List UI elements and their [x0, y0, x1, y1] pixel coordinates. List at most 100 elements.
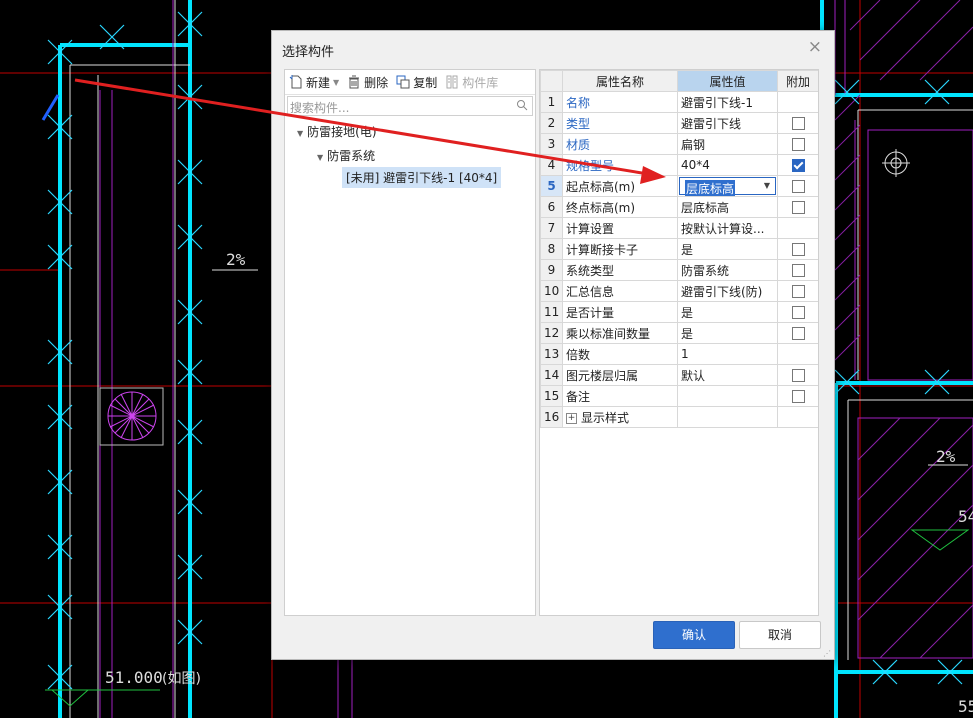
expand-plus-icon[interactable]: + [566, 412, 577, 424]
cad-right-number-1: 54 [958, 507, 973, 526]
property-row[interactable]: 13 倍数 1 [540, 343, 818, 365]
property-name: 起点标高(m) [562, 175, 678, 197]
cad-right-number-2: 55 [958, 697, 973, 716]
close-icon[interactable]: × [808, 37, 822, 57]
property-row[interactable]: 1 名称 避雷引下线-1 [540, 91, 818, 113]
extra-checkbox[interactable] [791, 264, 805, 277]
new-button[interactable]: 新建 ▼ [289, 74, 339, 91]
extra-cell [777, 364, 818, 386]
row-number: 10 [540, 280, 563, 302]
row-number: 5 [540, 175, 563, 197]
property-value[interactable]: 是 [677, 238, 778, 260]
cad-elevation-label: 51.000 [105, 668, 163, 687]
extra-checkbox[interactable] [791, 306, 805, 319]
extra-checkbox[interactable] [791, 327, 805, 340]
property-name: 材质 [562, 133, 678, 155]
header-row-number [540, 70, 563, 92]
property-value[interactable]: 避雷引下线 [677, 112, 778, 134]
row-number: 7 [540, 217, 563, 239]
expand-arrow-icon[interactable]: ▼ [317, 153, 323, 162]
property-value[interactable]: 层底标高 [677, 196, 778, 218]
property-name-label: 计算断接卡子 [566, 242, 639, 257]
extra-cell [777, 385, 818, 407]
property-row[interactable]: 7 计算设置 按默认计算设... [540, 217, 818, 239]
expand-arrow-icon[interactable]: ▼ [297, 129, 303, 138]
property-name-label: 倍数 [566, 347, 591, 362]
tree-node-label: 防雷接地(电) [307, 125, 377, 139]
property-name-label: 名称 [566, 95, 591, 110]
property-value[interactable]: 默认 [677, 364, 778, 386]
cad-target-symbol [882, 149, 910, 177]
new-dropdown-caret-icon[interactable]: ▼ [333, 78, 339, 87]
confirm-button[interactable]: 确认 [653, 621, 735, 649]
property-name-label: 图元楼层归属 [566, 368, 639, 383]
extra-checkbox[interactable] [791, 117, 805, 130]
header-property-value: 属性值 [677, 70, 778, 92]
property-value[interactable]: 防雷系统 [677, 259, 778, 281]
extra-checkbox[interactable] [791, 285, 805, 298]
property-row[interactable]: 5 起点标高(m) 层底标高 ▼ [540, 175, 818, 197]
property-name: + 显示样式 [562, 406, 678, 428]
property-name: 规格型号 [562, 154, 678, 176]
property-row[interactable]: 11 是否计量 是 [540, 301, 818, 323]
tree-node-lightning-system[interactable]: ▼ 防雷系统 [317, 147, 375, 164]
extra-checkbox[interactable] [791, 390, 805, 403]
property-name: 乘以标准间数量 [562, 322, 678, 344]
copy-button[interactable]: 复制 [396, 74, 437, 91]
property-value[interactable]: 按默认计算设... [677, 217, 778, 239]
property-value[interactable]: 避雷引下线-1 [677, 91, 778, 113]
property-row[interactable]: 14 图元楼层归属 默认 [540, 364, 818, 386]
property-value[interactable]: 是 [677, 301, 778, 323]
property-row[interactable]: 8 计算断接卡子 是 [540, 238, 818, 260]
property-name-label: 备注 [566, 389, 591, 404]
tree-node-label: 防雷系统 [327, 149, 376, 163]
row-number: 8 [540, 238, 563, 260]
extra-checkbox[interactable] [791, 369, 805, 382]
property-value[interactable]: 扁钢 [677, 133, 778, 155]
property-value[interactable]: 1 [677, 343, 778, 365]
property-row[interactable]: 9 系统类型 防雷系统 [540, 259, 818, 281]
property-row[interactable]: 4 规格型号 40*4 [540, 154, 818, 176]
extra-checkbox[interactable] [791, 180, 805, 193]
component-library-button[interactable]: 构件库 [445, 74, 498, 91]
property-row[interactable]: 16 + 显示样式 [540, 406, 818, 428]
select-component-dialog: 选择构件 × 新建 ▼ 删除 复制 构件库 搜索构件... ▼ 防雷接地(电) … [271, 30, 835, 660]
property-table: 属性名称 属性值 附加 1 名称 避雷引下线-1 2 类型 避雷引下线 3 材质 扁钢 4 规格型号… [540, 70, 818, 428]
component-search-input[interactable]: 搜索构件... [287, 96, 533, 116]
resize-grip-icon[interactable]: ⋰ [823, 649, 831, 658]
extra-checkbox[interactable] [791, 138, 805, 151]
row-number: 2 [540, 112, 563, 134]
cancel-button[interactable]: 取消 [739, 621, 821, 649]
delete-button-label: 删除 [364, 75, 389, 90]
extra-checkbox[interactable] [791, 201, 805, 214]
property-row[interactable]: 10 汇总信息 避雷引下线(防) [540, 280, 818, 302]
search-icon[interactable] [516, 99, 528, 111]
property-value-dropdown[interactable]: 层底标高 ▼ [679, 177, 776, 196]
tree-node-down-conductor-1[interactable]: [未用] 避雷引下线-1 [40*4] [342, 167, 502, 188]
delete-button[interactable]: 删除 [347, 74, 388, 91]
property-name-label: 计算设置 [566, 221, 615, 236]
extra-checkbox[interactable] [791, 243, 805, 256]
property-name: 备注 [562, 385, 678, 407]
property-row[interactable]: 15 备注 [540, 385, 818, 407]
property-value[interactable]: 是 [677, 322, 778, 344]
dialog-title: 选择构件 [282, 45, 335, 60]
extra-cell [777, 196, 818, 218]
property-row[interactable]: 6 终点标高(m) 层底标高 [540, 196, 818, 218]
extra-cell [777, 154, 818, 176]
property-value[interactable]: 避雷引下线(防) [677, 280, 778, 302]
dropdown-selected-text: 层底标高 [685, 180, 736, 196]
property-value[interactable]: 层底标高 ▼ [677, 175, 778, 197]
property-row[interactable]: 3 材质 扁钢 [540, 133, 818, 155]
extra-cell [777, 301, 818, 323]
tree-node-lightning-protection-grounding[interactable]: ▼ 防雷接地(电) [297, 123, 377, 140]
property-value[interactable]: 40*4 [677, 154, 778, 176]
property-value[interactable] [677, 406, 778, 428]
property-row[interactable]: 12 乘以标准间数量 是 [540, 322, 818, 344]
extra-checkbox[interactable] [791, 159, 805, 172]
cad-elevation-note: (如图) [162, 671, 201, 687]
chevron-down-icon[interactable]: ▼ [764, 181, 770, 190]
property-row[interactable]: 2 类型 避雷引下线 [540, 112, 818, 134]
cad-hatching [834, 0, 973, 659]
property-value[interactable] [677, 385, 778, 407]
